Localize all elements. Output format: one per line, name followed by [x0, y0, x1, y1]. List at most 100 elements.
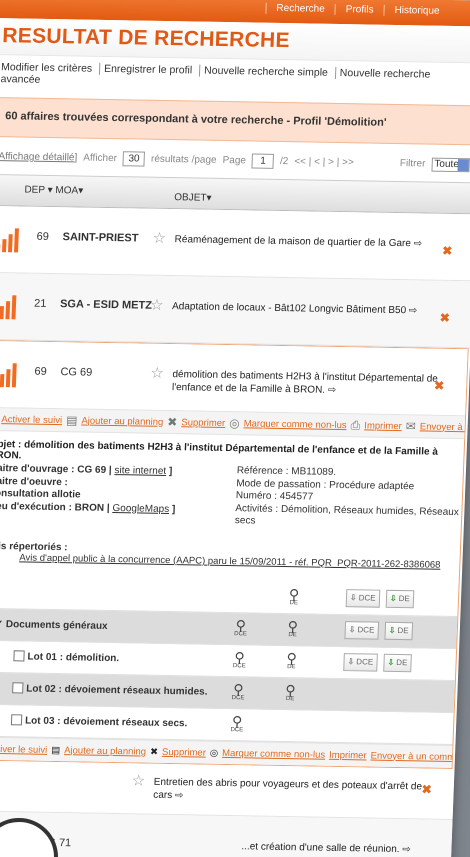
delete-icon: ✖ [167, 415, 178, 430]
table-row[interactable]: ☆ Entretien des abris pour voyageurs et … [0, 760, 455, 820]
page-label: Page [222, 154, 247, 167]
row-objet[interactable]: Adaptation de locaux - Bât102 Longvic Bâ… [172, 300, 443, 318]
star-icon[interactable]: ☆ [150, 296, 164, 314]
delete-icon[interactable]: ✖ [421, 782, 432, 796]
magnifier-icon[interactable]: ⚲ DE [286, 586, 303, 606]
delete-icon[interactable]: ✖ [442, 244, 453, 258]
mag-label: DE [285, 696, 295, 703]
download-icon: ⇩ [349, 593, 357, 603]
table-row[interactable]: 69 SAINT-PRIEST ☆ Réaménagement de la ma… [0, 205, 470, 282]
delete-link[interactable]: Supprimer [162, 746, 206, 758]
star-icon[interactable]: ☆ [131, 771, 145, 789]
send-icon: ✉ [405, 419, 417, 434]
table-row[interactable]: 71 CG 71 ...et création d'une salle de r… [0, 811, 453, 857]
eye-icon: ◎ [209, 747, 219, 759]
eye-icon: ◎ [228, 416, 240, 431]
star-icon[interactable]: ☆ [150, 364, 164, 382]
save-profile-link[interactable]: Enregistrer le profil [98, 62, 197, 77]
download-icon: ⇩ [348, 625, 356, 635]
row-dep: 69 [36, 230, 50, 243]
lot-checkbox[interactable] [10, 714, 23, 726]
download-icon: ⇩ [389, 593, 397, 603]
mark-unread-link[interactable]: Marquer comme non-lus [222, 747, 325, 760]
mark-unread-link[interactable]: Marquer comme non-lus [243, 418, 346, 431]
mag-label: DE [288, 632, 297, 639]
download-dce-button[interactable]: ⇩ DCE [343, 653, 378, 672]
row-moa: CG 69 [60, 366, 93, 379]
lot-checkbox[interactable] [12, 682, 24, 694]
filter-select[interactable]: Toutes [431, 157, 470, 172]
star-icon[interactable]: ☆ [152, 229, 166, 247]
row-objet[interactable]: Entretien des abris pour voyageurs et de… [153, 776, 424, 807]
delete-icon[interactable]: ✖ [434, 379, 445, 393]
delete-link[interactable]: Supprimer [181, 417, 225, 429]
download-dce-button[interactable]: ⇩ DCE [344, 621, 379, 640]
print-icon: ⎙ [350, 417, 361, 432]
row-objet[interactable]: démolition des batiments H2H3 à l'instit… [172, 368, 443, 399]
show-label: Afficher [83, 152, 118, 165]
col-objet-header[interactable]: OBJET▾ [174, 192, 212, 204]
lot-checkbox[interactable] [13, 650, 25, 662]
magnifier-icon[interactable]: ⚲ DE [283, 650, 300, 670]
magnifier-icon[interactable]: ⚲ DE [284, 618, 301, 638]
print-link[interactable]: Imprimer [364, 420, 402, 432]
nav-link-profils[interactable]: Profils [334, 3, 384, 16]
magnifier-icon[interactable]: ⚲ DE [282, 682, 299, 702]
per-page-input[interactable]: 30 [122, 151, 146, 167]
affair-info: Objet : démolition des batiments H2H3 à … [0, 431, 464, 547]
send-link[interactable]: Envoyer à un commercial [420, 421, 465, 434]
magnifier-icon[interactable]: ⚲ DCE [232, 617, 249, 637]
mag-label: DCE [234, 631, 247, 638]
row-objet[interactable]: Réaménagement de la maison de quartier d… [174, 233, 445, 251]
mag-label: DCE [231, 695, 245, 702]
signal-bars-icon [0, 295, 18, 320]
download-de-button[interactable]: ⇩ DE [384, 621, 413, 641]
table-row-expanded[interactable]: 69 CG 69 ☆ démolition des batiments H2H3… [0, 340, 468, 416]
detailed-view-link[interactable]: [Affichage détaillé] [0, 151, 77, 163]
pager-links[interactable]: << | < | > | >> [294, 156, 354, 168]
documents-generaux-label: ✓ Documents généraux [0, 618, 108, 632]
new-simple-search-link[interactable]: Nouvelle recherche simple [198, 64, 333, 79]
row-dep: 21 [33, 297, 47, 310]
signal-bars-icon [0, 228, 21, 253]
follow-link[interactable]: Activer le suivi [1, 414, 62, 426]
page-sheet: Recherche Profils Historique RESULTAT DE… [0, 0, 470, 857]
download-de-button[interactable]: ⇩ DE [383, 653, 412, 673]
expanded-row-detail: 69 CG 69 ☆ démolition des batiments H2H3… [0, 339, 469, 769]
magnifier-icon[interactable]: ⚲ DCE [230, 681, 247, 701]
send-link[interactable]: Envoyer à un commercial [370, 750, 452, 763]
magnifier-icon[interactable]: ⚲ DCE [231, 649, 248, 669]
nav-link-recherche[interactable]: Recherche [265, 2, 335, 15]
mag-label: DE [289, 600, 299, 607]
btn-label: DE [398, 594, 411, 604]
mag-label: DCE [230, 727, 244, 734]
lieu-execution: Lieu d'exécution : BRON | GoogleMaps ] [0, 500, 176, 516]
row-objet[interactable]: ...et création d'une salle de réunion. ⇨ [241, 840, 470, 857]
download-icon: ⇩ [387, 657, 395, 667]
download-icon: ⇩ [347, 657, 355, 667]
btn-label: DCE [356, 657, 374, 667]
add-planning-link[interactable]: Ajouter au planning [64, 745, 146, 757]
print-link[interactable]: Imprimer [329, 749, 367, 761]
info-left: Maitre d'ouvrage : CG 69 | site internet… [0, 463, 177, 516]
add-planning-link[interactable]: Ajouter au planning [81, 415, 163, 427]
delete-icon[interactable]: ✖ [439, 311, 450, 325]
filter-label: Filtrer [399, 158, 426, 170]
site-link[interactable]: site internet [114, 465, 166, 477]
page-input[interactable]: 1 [251, 153, 275, 169]
screenshot-stage: Recherche Profils Historique RESULTAT DE… [0, 0, 470, 857]
table-row[interactable]: 21 SGA - ESID METZ ☆ Adaptation de locau… [0, 272, 470, 349]
lot-label: Lot 02 : dévoiement réseaux humides. [26, 683, 208, 698]
download-de-button[interactable]: ⇩ DE [385, 589, 415, 609]
calendar-icon: ▤ [65, 413, 78, 428]
documents-grid: ⚲ DE ⇩ DCE ⇩ DE ✓ Documents généraux ⚲ DCE ⚲… [0, 576, 459, 745]
follow-link[interactable]: Activer le suivi [0, 743, 47, 755]
download-dce-button[interactable]: ⇩ DCE [345, 589, 380, 608]
per-page-suffix: résultats /page [150, 153, 217, 166]
nav-link-historique[interactable]: Historique [383, 4, 450, 17]
magnifier-icon[interactable]: ⚲ DCE [229, 713, 246, 733]
maps-link[interactable]: GoogleMaps [112, 503, 169, 515]
col-dep-moa-header[interactable]: DEP ▾ MOA▾ [24, 185, 83, 197]
row-dep: 69 [34, 365, 47, 378]
signal-bars-icon [0, 363, 19, 388]
